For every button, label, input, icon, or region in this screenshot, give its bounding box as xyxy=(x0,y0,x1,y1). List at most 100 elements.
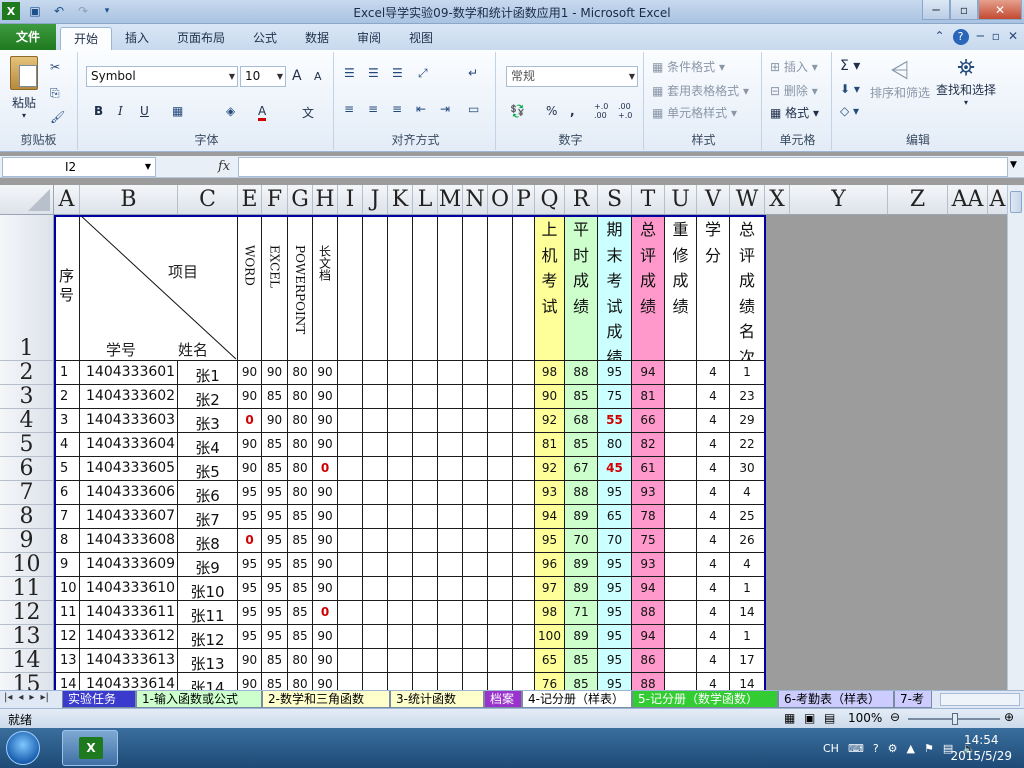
cell-ppt[interactable]: 85 xyxy=(288,529,313,553)
sheet-nav-arrows[interactable]: |◂ ◂ ▸ ▸| xyxy=(4,692,49,703)
cell-student-id[interactable]: 1404333608 xyxy=(80,529,178,553)
cell-s[interactable]: 95 xyxy=(598,361,632,385)
cell-empty[interactable] xyxy=(363,409,388,433)
cell-ppt[interactable]: 85 xyxy=(288,601,313,625)
cell-s[interactable]: 95 xyxy=(598,649,632,673)
cell-q[interactable]: 96 xyxy=(535,553,565,577)
font-size-combo[interactable]: 10 ▼ xyxy=(240,66,286,87)
cell-credit[interactable]: 4 xyxy=(697,601,730,625)
cell-word[interactable]: 95 xyxy=(238,577,262,601)
sheet-tab-8[interactable]: 7-考 xyxy=(894,691,932,708)
cell-r[interactable]: 89 xyxy=(565,625,598,649)
cell-empty[interactable] xyxy=(338,361,363,385)
cell-u[interactable] xyxy=(665,553,697,577)
worksheet-grid[interactable]: A B C E F G H I J K L M N O P Q R S T U V W X Y Z AA A 1 2 3 4 5 6 7 8 9 10 1… xyxy=(0,185,1024,690)
tab-insert[interactable]: 插入 xyxy=(114,27,160,50)
bold-button[interactable]: B xyxy=(94,104,103,118)
close-button[interactable]: ✕ xyxy=(978,0,1022,20)
insert-cells-button[interactable]: ⊞ 插入 ▾ xyxy=(770,58,818,75)
cell-s[interactable]: 65 xyxy=(598,505,632,529)
grow-font-button[interactable]: A xyxy=(292,68,302,84)
cell-empty[interactable] xyxy=(513,649,535,673)
copy-icon[interactable]: ⎘ xyxy=(50,86,60,101)
cell-rank[interactable]: 14 xyxy=(730,673,765,690)
minimize-button[interactable]: ─ xyxy=(922,0,950,20)
cell-rank[interactable]: 29 xyxy=(730,409,765,433)
cell-word[interactable]: 90 xyxy=(238,457,262,481)
chevron-down-icon[interactable]: ▼ xyxy=(145,158,151,176)
cell-u[interactable] xyxy=(665,481,697,505)
header-q-cell[interactable]: 上机考试 xyxy=(535,215,565,361)
header-t-cell[interactable]: 总评成绩 xyxy=(632,215,665,361)
cell-credit[interactable]: 4 xyxy=(697,481,730,505)
border-icon[interactable]: ▦ xyxy=(172,104,183,118)
cell-empty[interactable] xyxy=(338,385,363,409)
header-u-cell[interactable]: 重修成绩 xyxy=(665,215,697,361)
cell-rank[interactable]: 25 xyxy=(730,505,765,529)
row-header[interactable]: 2 xyxy=(0,361,54,385)
cell-credit[interactable]: 4 xyxy=(697,529,730,553)
cell-empty[interactable] xyxy=(438,577,463,601)
clear-icon[interactable]: ◇ ▾ xyxy=(840,104,859,118)
cell-empty[interactable] xyxy=(463,385,488,409)
header-empty-cell[interactable] xyxy=(438,215,463,361)
cell-empty[interactable] xyxy=(363,649,388,673)
cell-seq[interactable]: 5 xyxy=(54,457,80,481)
cell-long-doc[interactable]: 90 xyxy=(313,409,338,433)
column-header[interactable]: I xyxy=(338,185,363,215)
cell-empty[interactable] xyxy=(438,553,463,577)
cell-name[interactable]: 张14 xyxy=(178,673,238,690)
cell-student-id[interactable]: 1404333612 xyxy=(80,625,178,649)
tab-home[interactable]: 开始 xyxy=(60,27,112,50)
normal-view-icon[interactable]: ▦ xyxy=(784,711,795,725)
row-header[interactable]: 1 xyxy=(0,215,54,361)
delete-cells-button[interactable]: ⊟ 删除 ▾ xyxy=(770,82,818,99)
cell-empty[interactable] xyxy=(438,409,463,433)
cell-u[interactable] xyxy=(665,385,697,409)
cell-u[interactable] xyxy=(665,601,697,625)
cell-t[interactable]: 66 xyxy=(632,409,665,433)
cell-empty[interactable] xyxy=(388,361,413,385)
cell-t[interactable]: 93 xyxy=(632,553,665,577)
cell-r[interactable]: 88 xyxy=(565,361,598,385)
cell-empty[interactable] xyxy=(413,601,438,625)
cell-ppt[interactable]: 80 xyxy=(288,649,313,673)
row-header[interactable]: 11 xyxy=(0,577,54,601)
cell-empty[interactable] xyxy=(388,385,413,409)
cell-empty[interactable] xyxy=(413,625,438,649)
cell-name[interactable]: 张4 xyxy=(178,433,238,457)
cell-q[interactable]: 81 xyxy=(535,433,565,457)
cell-empty[interactable] xyxy=(338,481,363,505)
cell-student-id[interactable]: 1404333601 xyxy=(80,361,178,385)
cell-s[interactable]: 70 xyxy=(598,529,632,553)
insert-function-button[interactable]: fx xyxy=(218,159,230,174)
cell-empty[interactable] xyxy=(513,385,535,409)
ime-indicator[interactable]: CH xyxy=(823,742,839,755)
cell-credit[interactable]: 4 xyxy=(697,361,730,385)
cell-name[interactable]: 张3 xyxy=(178,409,238,433)
cell-rank[interactable]: 14 xyxy=(730,601,765,625)
cell-seq[interactable]: 13 xyxy=(54,649,80,673)
cell-empty[interactable] xyxy=(488,601,513,625)
fill-color-icon[interactable]: ◈ xyxy=(226,104,235,118)
column-header[interactable]: L xyxy=(413,185,438,215)
column-header[interactable]: G xyxy=(288,185,313,215)
column-header[interactable]: J xyxy=(363,185,388,215)
column-header[interactable]: P xyxy=(513,185,535,215)
cell-t[interactable]: 75 xyxy=(632,529,665,553)
settings-tray-icon[interactable]: ⚙ xyxy=(888,742,898,755)
cell-r[interactable]: 89 xyxy=(565,505,598,529)
header-word-cell[interactable]: WORD xyxy=(238,215,262,361)
cell-u[interactable] xyxy=(665,457,697,481)
cell-credit[interactable]: 4 xyxy=(697,673,730,690)
row-header[interactable]: 5 xyxy=(0,433,54,457)
cell-u[interactable] xyxy=(665,529,697,553)
cell-empty[interactable] xyxy=(363,505,388,529)
cell-r[interactable]: 89 xyxy=(565,553,598,577)
cell-word[interactable]: 90 xyxy=(238,361,262,385)
cell-empty[interactable] xyxy=(438,673,463,690)
cell-empty[interactable] xyxy=(463,577,488,601)
cell-student-id[interactable]: 1404333606 xyxy=(80,481,178,505)
column-header[interactable]: Y xyxy=(790,185,888,215)
restore-button[interactable]: ▫ xyxy=(950,0,978,20)
